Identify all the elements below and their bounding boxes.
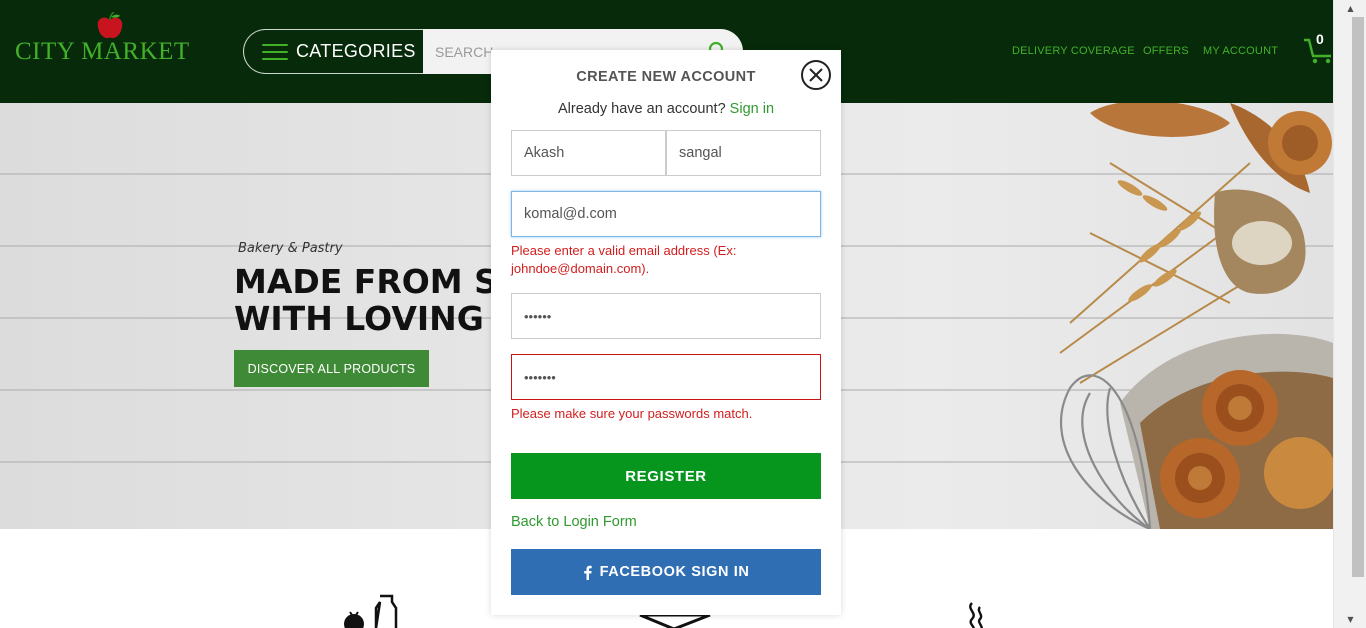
steam-icon (969, 602, 984, 628)
package-icon (639, 613, 711, 628)
email-error-message: Please enter a valid email address (Ex: … (511, 243, 737, 276)
facebook-sign-in-label: FACEBOOK SIGN IN (599, 564, 750, 580)
dairy-icon (344, 594, 398, 628)
register-button[interactable]: REGISTER (511, 453, 821, 499)
create-account-modal: CREATE NEW ACCOUNT Already have an accou… (491, 50, 841, 615)
categories-button[interactable]: CATEGORIES (243, 29, 423, 74)
sign-in-link[interactable]: Sign in (730, 101, 774, 117)
categories-label: CATEGORIES (296, 41, 416, 61)
password-mismatch-error: Please make sure your passwords match. (511, 406, 753, 421)
page: CITY MARKET CATEGORIES DELIVERY COVERAGE… (0, 0, 1366, 628)
scroll-thumb[interactable] (1352, 17, 1364, 577)
already-have-account-text: Already have an account? Sign in (491, 101, 841, 117)
hero-title: MADE FROM SC WITH LOVING C (234, 263, 522, 337)
hero-title-line1: MADE FROM SC (234, 262, 523, 301)
nav-my-account[interactable]: MY ACCOUNT (1203, 45, 1278, 57)
confirm-password-field[interactable] (511, 354, 821, 400)
close-icon (809, 68, 823, 82)
email-field[interactable] (511, 191, 821, 237)
page-scrollbar[interactable]: ▲ ▼ (1333, 0, 1366, 628)
nav-offers[interactable]: OFFERS (1143, 45, 1189, 57)
discover-all-products-button[interactable]: DISCOVER ALL PRODUCTS (234, 350, 429, 387)
last-name-field[interactable] (666, 130, 821, 176)
facebook-icon (583, 565, 592, 580)
already-text: Already have an account? (557, 101, 726, 117)
nav-delivery-coverage[interactable]: DELIVERY COVERAGE (1012, 45, 1135, 57)
modal-title: CREATE NEW ACCOUNT (576, 69, 756, 85)
logo[interactable]: CITY MARKET (15, 10, 189, 70)
back-to-login-link[interactable]: Back to Login Form (511, 514, 637, 530)
cart-count-badge: 0 (1316, 31, 1324, 47)
scroll-up-arrow-icon[interactable]: ▲ (1334, 0, 1366, 17)
hero-title-line2: WITH LOVING C (234, 299, 520, 338)
hero-subtitle: Bakery & Pastry (238, 241, 343, 256)
bakery-image (1059, 103, 1333, 529)
scroll-down-arrow-icon[interactable]: ▼ (1334, 611, 1366, 628)
hamburger-icon (262, 43, 288, 60)
first-name-field[interactable] (511, 130, 666, 176)
close-button[interactable] (801, 60, 831, 90)
logo-text: CITY MARKET (15, 38, 190, 65)
password-field[interactable] (511, 293, 821, 339)
facebook-sign-in-button[interactable]: FACEBOOK SIGN IN (511, 549, 821, 595)
